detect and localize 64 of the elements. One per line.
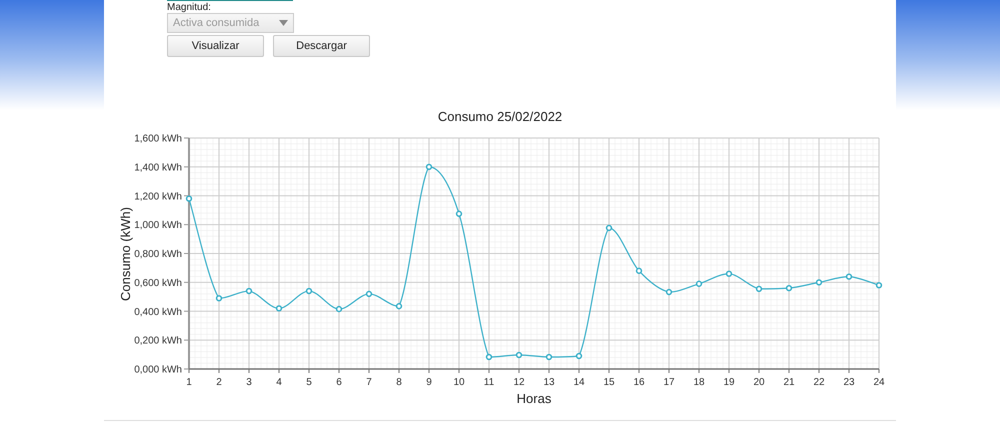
x-tick-label: 3 xyxy=(246,377,252,388)
x-tick-label: 24 xyxy=(873,377,885,388)
x-tick-label: 2 xyxy=(216,377,222,388)
data-point xyxy=(336,306,342,312)
data-point xyxy=(636,268,642,274)
x-tick-label: 19 xyxy=(723,377,735,388)
x-tick-label: 4 xyxy=(276,377,282,388)
data-point xyxy=(516,352,522,358)
x-tick-label: 12 xyxy=(513,377,525,388)
magnitude-label: Magnitud: xyxy=(167,2,211,13)
visualize-button[interactable]: Visualizar xyxy=(167,35,264,57)
data-point xyxy=(576,352,582,360)
chart-title: Consumo 25/02/2022 xyxy=(438,109,562,124)
data-point xyxy=(846,273,852,280)
x-axis-title: Horas xyxy=(516,391,552,406)
caret-icon xyxy=(279,20,288,26)
data-point xyxy=(786,285,792,292)
x-tick-label: 10 xyxy=(453,377,465,388)
y-tick-label: 1,600 kWh xyxy=(134,134,182,144)
data-point xyxy=(606,224,612,232)
y-tick-label: 0,800 kWh xyxy=(134,249,182,260)
data-point xyxy=(816,279,822,286)
data-point xyxy=(426,164,432,170)
x-tick-label: 21 xyxy=(783,377,795,388)
data-point xyxy=(186,196,192,202)
x-tick-label: 13 xyxy=(543,377,555,388)
x-tick-label: 17 xyxy=(663,377,675,388)
x-tick-label: 1 xyxy=(186,377,192,388)
x-tick-label: 11 xyxy=(484,377,494,388)
data-point xyxy=(876,282,882,288)
y-axis-title: Consumo (kWh) xyxy=(118,207,133,301)
y-tick-label: 0,600 kWh xyxy=(134,278,182,289)
data-point xyxy=(276,305,282,312)
data-point xyxy=(756,286,762,292)
data-point xyxy=(216,295,222,302)
x-tick-label: 5 xyxy=(306,377,312,388)
data-point xyxy=(456,210,462,217)
y-tick-label: 1,000 kWh xyxy=(134,220,182,232)
data-point xyxy=(306,288,312,294)
data-point xyxy=(546,354,552,360)
data-point xyxy=(366,290,372,298)
y-tick-label: 1,400 kWh xyxy=(134,162,182,174)
y-tick-label: 0,000 kWh xyxy=(134,364,182,376)
data-point xyxy=(246,288,252,294)
x-tick-label: 22 xyxy=(813,377,825,388)
data-point xyxy=(666,288,672,296)
y-tick-label: 0,400 kWh xyxy=(134,306,182,318)
x-tick-label: 16 xyxy=(633,377,645,388)
x-tick-label: 6 xyxy=(336,377,342,388)
x-tick-label: 14 xyxy=(573,377,585,388)
download-button[interactable]: Descargar xyxy=(273,35,370,57)
data-point xyxy=(726,270,732,277)
data-point xyxy=(486,354,492,360)
x-tick-label: 7 xyxy=(366,377,372,388)
data-point xyxy=(396,303,402,310)
y-tick-label: 0,200 kWh xyxy=(134,336,182,347)
x-tick-label: 15 xyxy=(603,377,615,388)
x-tick-label: 8 xyxy=(396,377,402,388)
data-point xyxy=(696,280,702,287)
x-tick-label: 18 xyxy=(693,377,705,388)
x-tick-label: 9 xyxy=(426,377,432,388)
x-tick-label: 20 xyxy=(753,377,765,388)
x-tick-label: 23 xyxy=(843,377,855,388)
y-tick-label: 1,200 kWh xyxy=(134,191,182,202)
